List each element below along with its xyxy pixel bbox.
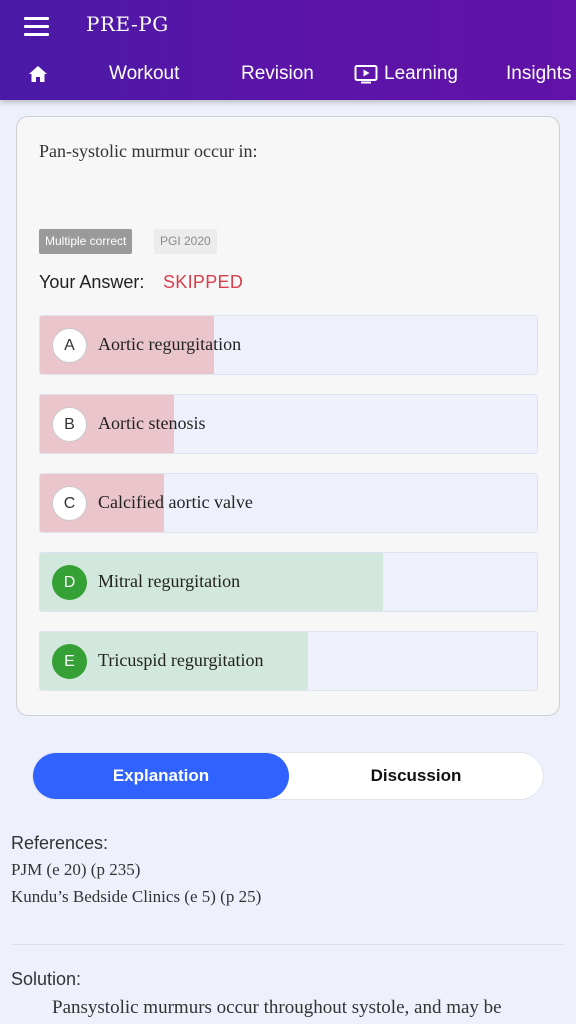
exam-year-tag: PGI 2020 xyxy=(154,229,217,254)
question-type-tag: Multiple correct xyxy=(39,229,133,254)
nav-bar: Workout Revision Learning Insights xyxy=(0,52,576,96)
app-header: PRE-PG Workout Revision Learning Insight… xyxy=(0,0,576,100)
home-icon[interactable] xyxy=(27,63,49,85)
app-title: PRE-PG xyxy=(86,12,169,36)
reference-item: Kundu’s Bedside Clinics (e 5) (p 25) xyxy=(11,887,262,906)
your-answer-value: SKIPPED xyxy=(163,272,244,292)
solution-heading: Solution: xyxy=(11,969,82,989)
option-text: Aortic regurgitation xyxy=(98,334,242,354)
references-heading: References: xyxy=(11,833,109,853)
nav-item-label: Insights xyxy=(506,63,572,84)
explanation-discussion-tabs: Explanation Discussion xyxy=(32,752,544,800)
option-a[interactable]: A Aortic regurgitation xyxy=(39,315,538,375)
option-text: Tricuspid regurgitation xyxy=(98,650,264,670)
option-letter-badge: A xyxy=(52,328,87,363)
reference-item: PJM (e 20) (p 235) xyxy=(11,860,141,879)
option-letter-badge: C xyxy=(52,486,87,521)
option-b[interactable]: B Aortic stenosis xyxy=(39,394,538,454)
your-answer-label: Your Answer: xyxy=(39,272,145,292)
nav-item-revision[interactable]: Revision xyxy=(241,52,314,96)
option-letter-badge: D xyxy=(52,565,87,600)
tab-discussion[interactable]: Discussion xyxy=(289,753,543,799)
option-letter-badge: B xyxy=(52,407,87,442)
tab-explanation[interactable]: Explanation xyxy=(33,753,289,799)
question-card: Pan-systolic murmur occur in: Multiple c… xyxy=(16,116,560,716)
nav-item-learning[interactable]: Learning xyxy=(354,52,458,96)
nav-item-label: Learning xyxy=(384,63,458,84)
play-screen-icon xyxy=(354,64,378,84)
nav-item-label: Revision xyxy=(241,63,314,84)
option-text: Mitral regurgitation xyxy=(98,571,241,591)
option-e[interactable]: E Tricuspid regurgitation xyxy=(39,631,538,691)
option-letter-badge: E xyxy=(52,644,87,679)
option-c[interactable]: C Calcified aortic valve xyxy=(39,473,538,533)
nav-item-workout[interactable]: Workout xyxy=(109,52,179,96)
nav-item-insights[interactable]: Insights xyxy=(506,52,571,96)
solution-text: Pansystolic murmurs occur throughout sys… xyxy=(52,997,502,1018)
question-text: Pan-systolic murmur occur in: xyxy=(39,141,258,161)
option-text: Aortic stenosis xyxy=(98,413,206,433)
nav-item-label: Workout xyxy=(109,63,180,84)
option-d[interactable]: D Mitral regurgitation xyxy=(39,552,538,612)
section-divider xyxy=(11,944,565,945)
menu-icon[interactable] xyxy=(24,16,50,38)
option-text: Calcified aortic valve xyxy=(98,492,253,512)
